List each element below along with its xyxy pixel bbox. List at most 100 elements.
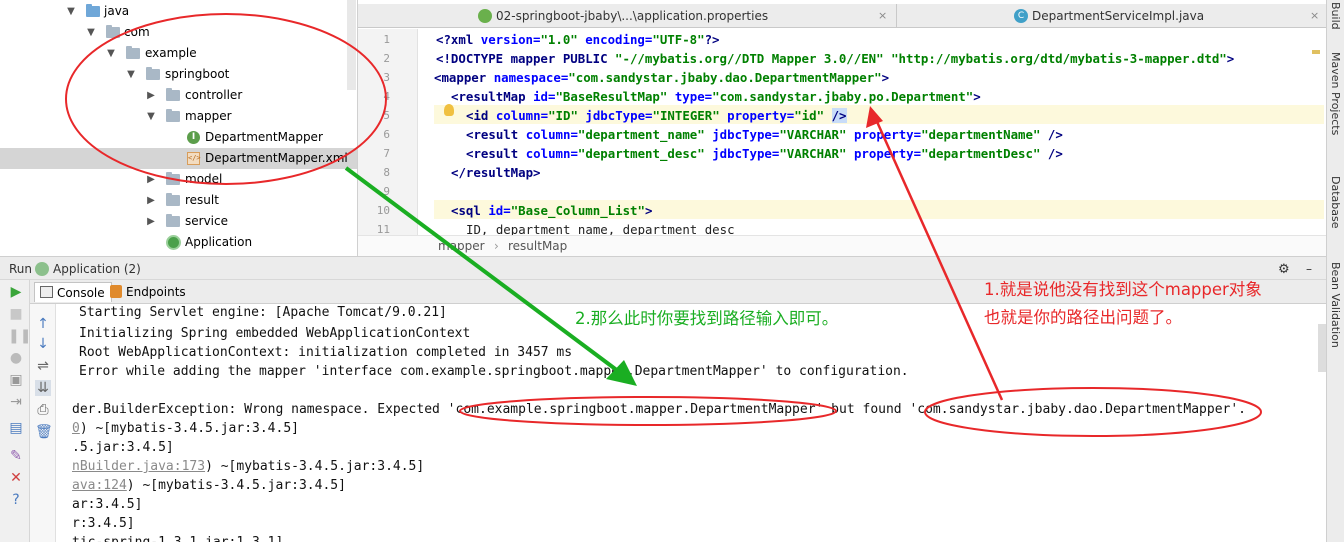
bean-validation-tab[interactable]: Bean Validation xyxy=(1329,262,1342,348)
code-line-6[interactable]: <result column="department_name" jdbcTyp… xyxy=(466,125,1063,144)
line-number: 6 xyxy=(383,128,390,141)
tab-label: 02-springboot-jbaby\...\application.prop… xyxy=(496,9,769,23)
ide-window: ▼ java ▼ com ▼ example ▼ springboot ▶ co… xyxy=(0,0,1344,542)
console-line: tic-spring-1.3.1.jar:1.3.1] xyxy=(72,533,283,542)
console-line: Root WebApplicationContext: initializati… xyxy=(79,345,573,360)
chevron-right-icon[interactable]: ▶ xyxy=(146,190,156,211)
line-number: 10 xyxy=(376,204,390,217)
tab-endpoints[interactable]: Endpoints xyxy=(104,282,192,302)
interface-icon: I xyxy=(187,131,200,144)
build-tab[interactable]: Build xyxy=(1329,2,1342,30)
tree-item-model[interactable]: ▶ model xyxy=(0,169,357,190)
chevron-right-icon[interactable]: ▶ xyxy=(146,211,156,232)
code-line-7[interactable]: <result column="department_desc" jdbcTyp… xyxy=(466,144,1063,163)
tree-scrollbar[interactable] xyxy=(347,0,356,90)
console-scrollbar[interactable] xyxy=(1318,324,1326,372)
tree-item-result[interactable]: ▶ result xyxy=(0,190,357,211)
tab-departmentserviceimpl[interactable]: C DepartmentServiceImpl.java × xyxy=(1014,4,1324,28)
breadcrumb: mapper › resultMap xyxy=(358,235,1326,256)
console-icon xyxy=(40,286,53,298)
code-line-5[interactable]: <id column="ID" jdbcType="INTEGER" prope… xyxy=(466,106,847,125)
chevron-down-icon[interactable]: ▼ xyxy=(146,106,156,127)
code-line-8[interactable]: </resultMap> xyxy=(451,163,541,182)
camera-icon[interactable]: ▣ xyxy=(8,372,24,388)
tree-item-label: DepartmentMapper xyxy=(205,130,323,144)
line-number: 8 xyxy=(383,166,390,179)
console-line: ar:3.4.5] xyxy=(72,497,143,512)
scroll-to-end-icon[interactable]: ⇊ xyxy=(35,380,51,396)
run-config-label[interactable]: Application (2) xyxy=(53,262,141,276)
run-icon[interactable]: ▶ xyxy=(8,284,24,300)
close-icon[interactable]: × xyxy=(1310,4,1319,28)
line-number: 5 xyxy=(383,109,390,122)
console-output[interactable]: Starting Servlet engine: [Apache Tomcat/… xyxy=(56,304,1326,542)
package-icon xyxy=(166,193,180,206)
tree-item-java[interactable]: ▼ java xyxy=(0,1,357,22)
code-line-10[interactable]: <sql id="Base_Column_List"> xyxy=(451,201,652,220)
annotation-green: 2.那么此时你要找到路径输入即可。 xyxy=(575,309,839,328)
tab-label: Endpoints xyxy=(126,285,186,299)
tab-divider xyxy=(896,4,897,28)
package-icon xyxy=(166,214,180,227)
annotation-red-line1: 1.就是说他没有找到这个mapper对象 xyxy=(984,280,1262,299)
code-line-2[interactable]: <!DOCTYPE mapper PUBLIC "-//mybatis.org/… xyxy=(436,49,1234,68)
console-line: .5.jar:3.4.5] xyxy=(72,440,174,455)
package-icon xyxy=(146,67,160,80)
tree-item-com[interactable]: ▼ com xyxy=(0,22,357,43)
breadcrumb-item-mapper[interactable]: mapper xyxy=(438,236,485,257)
tree-item-label: Application xyxy=(185,235,253,249)
chevron-down-icon[interactable]: ▼ xyxy=(66,1,76,22)
maven-projects-tab[interactable]: Maven Projects xyxy=(1329,52,1342,135)
run-label: Run xyxy=(9,262,33,276)
soft-wrap-icon[interactable]: ⇌ xyxy=(35,358,51,374)
close-icon[interactable]: × xyxy=(878,4,887,28)
chevron-down-icon[interactable]: ▼ xyxy=(126,64,136,85)
tree-item-application[interactable]: Application xyxy=(0,232,357,253)
tree-item-label: result xyxy=(185,193,219,207)
tree-item-departmentmapper[interactable]: I DepartmentMapper xyxy=(0,127,357,148)
dump-threads-icon[interactable]: ● xyxy=(8,350,24,366)
tree-item-mapper[interactable]: ▼ mapper xyxy=(0,106,357,127)
chevron-down-icon[interactable]: ▼ xyxy=(106,43,116,64)
code-line-1[interactable]: <?xml version="1.0" encoding="UTF-8"?> xyxy=(436,30,720,49)
breadcrumb-item-resultmap[interactable]: resultMap xyxy=(508,236,567,257)
tree-item-controller[interactable]: ▶ controller xyxy=(0,85,357,106)
stop-icon[interactable]: ■ xyxy=(8,306,24,322)
tree-item-example[interactable]: ▼ example xyxy=(0,43,357,64)
package-icon xyxy=(106,25,120,38)
layout-icon[interactable]: ▤ xyxy=(8,420,24,436)
chevron-right-icon[interactable]: ▶ xyxy=(146,85,156,106)
tab-console[interactable]: Console xyxy=(34,282,112,302)
gear-icon[interactable]: ⚙ xyxy=(1278,262,1290,277)
close-icon[interactable]: ✕ xyxy=(8,470,24,486)
tab-application-properties[interactable]: 02-springboot-jbaby\...\application.prop… xyxy=(478,4,896,28)
chevron-down-icon[interactable]: ▼ xyxy=(86,22,96,43)
console-line: Starting Servlet engine: [Apache Tomcat/… xyxy=(79,305,447,320)
stack-link[interactable]: ava:124 xyxy=(72,478,127,493)
down-arrow-icon[interactable]: ↓ xyxy=(35,336,51,352)
print-icon[interactable]: ⎙ xyxy=(35,402,51,418)
stack-link[interactable]: nBuilder.java:173 xyxy=(72,459,205,474)
code-line-4[interactable]: <resultMap id="BaseResultMap" type="com.… xyxy=(451,87,981,106)
package-icon xyxy=(166,109,180,122)
tree-item-springboot[interactable]: ▼ springboot xyxy=(0,64,357,85)
stack-link[interactable]: 0 xyxy=(72,421,80,436)
minimize-icon[interactable]: – xyxy=(1306,262,1312,276)
console-toolbar: ↑ ↓ ⇌ ⇊ ⎙ 🗑 xyxy=(30,304,56,542)
spring-app-icon xyxy=(35,262,49,276)
line-number: 3 xyxy=(383,71,390,84)
spring-app-icon xyxy=(166,235,181,250)
exit-icon[interactable]: ⇥ xyxy=(8,394,24,410)
tree-item-service[interactable]: ▶ service xyxy=(0,211,357,232)
pause-icon[interactable]: ❚❚ xyxy=(8,328,31,344)
chevron-right-icon[interactable]: ▶ xyxy=(146,169,156,190)
trash-icon[interactable]: 🗑 xyxy=(35,424,53,440)
tree-item-departmentmapper-xml[interactable]: </> DepartmentMapper.xml xyxy=(0,148,357,169)
database-tab[interactable]: Database xyxy=(1329,176,1342,229)
help-icon[interactable]: ? xyxy=(8,492,24,508)
source-folder-icon xyxy=(86,4,100,17)
up-arrow-icon[interactable]: ↑ xyxy=(35,316,51,332)
line-number: 9 xyxy=(383,185,390,198)
code-line-3[interactable]: <mapper namespace="com.sandystar.jbaby.d… xyxy=(434,68,889,87)
pin-icon[interactable]: ✎ xyxy=(8,448,24,464)
